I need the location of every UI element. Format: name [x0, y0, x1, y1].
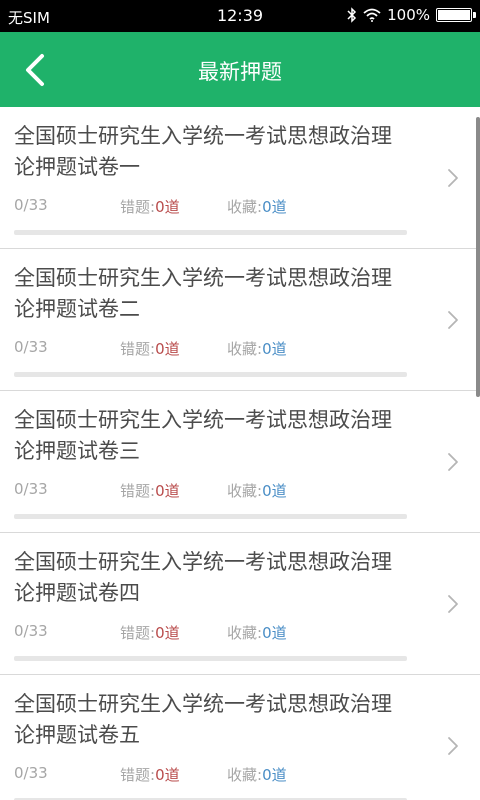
battery-percent: 100% — [387, 6, 430, 24]
paper-title: 全国硕士研究生入学统一考试思想政治理论押题试卷五 — [14, 692, 392, 747]
progress-bar — [14, 656, 407, 661]
paper-meta: 0/33 错题:0道 收藏:0道 — [14, 622, 414, 644]
favorite-label: 收藏: — [227, 766, 263, 784]
wifi-icon — [363, 8, 381, 22]
bluetooth-icon — [347, 7, 357, 23]
favorite-value: 0道 — [262, 766, 287, 784]
favorite-value: 0道 — [262, 340, 287, 358]
status-bar: 无SIM 12:39 100% — [0, 0, 480, 32]
favorite-count: 收藏:0道 — [227, 196, 287, 217]
status-icons: 100% — [347, 6, 476, 24]
wrong-count: 错题:0道 — [120, 480, 180, 501]
favorite-count: 收藏:0道 — [227, 480, 287, 501]
list-item[interactable]: 全国硕士研究生入学统一考试思想政治理论押题试卷一 0/33 错题:0道 收藏:0… — [0, 107, 480, 249]
wrong-value: 0道 — [155, 198, 180, 216]
list-item[interactable]: 全国硕士研究生入学统一考试思想政治理论押题试卷五 0/33 错题:0道 收藏:0… — [0, 675, 480, 800]
favorite-value: 0道 — [262, 482, 287, 500]
battery-icon — [436, 8, 476, 22]
chevron-right-icon — [448, 595, 458, 613]
chevron-right-icon — [448, 311, 458, 329]
progress-bar — [14, 230, 407, 235]
progress-count: 0/33 — [14, 764, 48, 782]
paper-meta: 0/33 错题:0道 收藏:0道 — [14, 480, 414, 502]
paper-list: 全国硕士研究生入学统一考试思想政治理论押题试卷一 0/33 错题:0道 收藏:0… — [0, 107, 480, 800]
favorite-label: 收藏: — [227, 340, 263, 358]
favorite-count: 收藏:0道 — [227, 338, 287, 359]
wrong-count: 错题:0道 — [120, 338, 180, 359]
scrollbar[interactable] — [476, 117, 480, 397]
list-item[interactable]: 全国硕士研究生入学统一考试思想政治理论押题试卷二 0/33 错题:0道 收藏:0… — [0, 249, 480, 391]
progress-bar — [14, 514, 407, 519]
favorite-label: 收藏: — [227, 198, 263, 216]
paper-meta: 0/33 错题:0道 收藏:0道 — [14, 196, 414, 218]
wrong-value: 0道 — [155, 482, 180, 500]
wrong-label: 错题: — [120, 766, 156, 784]
favorite-count: 收藏:0道 — [227, 764, 287, 785]
progress-count: 0/33 — [14, 622, 48, 640]
chevron-right-icon — [448, 453, 458, 471]
paper-title: 全国硕士研究生入学统一考试思想政治理论押题试卷三 — [14, 408, 392, 463]
paper-meta: 0/33 错题:0道 收藏:0道 — [14, 764, 414, 786]
wrong-label: 错题: — [120, 198, 156, 216]
progress-count: 0/33 — [14, 338, 48, 356]
nav-bar: 最新押题 — [0, 32, 480, 107]
wrong-label: 错题: — [120, 340, 156, 358]
progress-count: 0/33 — [14, 196, 48, 214]
wrong-label: 错题: — [120, 482, 156, 500]
chevron-right-icon — [448, 737, 458, 755]
wrong-value: 0道 — [155, 340, 180, 358]
paper-title: 全国硕士研究生入学统一考试思想政治理论押题试卷一 — [14, 124, 392, 179]
paper-title: 全国硕士研究生入学统一考试思想政治理论押题试卷二 — [14, 266, 392, 321]
page-title: 最新押题 — [198, 60, 282, 84]
wrong-value: 0道 — [155, 766, 180, 784]
favorite-count: 收藏:0道 — [227, 622, 287, 643]
list-item[interactable]: 全国硕士研究生入学统一考试思想政治理论押题试卷三 0/33 错题:0道 收藏:0… — [0, 391, 480, 533]
wrong-label: 错题: — [120, 624, 156, 642]
paper-meta: 0/33 错题:0道 收藏:0道 — [14, 338, 414, 360]
wrong-count: 错题:0道 — [120, 196, 180, 217]
favorite-label: 收藏: — [227, 624, 263, 642]
favorite-value: 0道 — [262, 198, 287, 216]
wrong-count: 错题:0道 — [120, 764, 180, 785]
wrong-count: 错题:0道 — [120, 622, 180, 643]
paper-title: 全国硕士研究生入学统一考试思想政治理论押题试卷四 — [14, 550, 392, 605]
progress-bar — [14, 372, 407, 377]
progress-count: 0/33 — [14, 480, 48, 498]
list-item[interactable]: 全国硕士研究生入学统一考试思想政治理论押题试卷四 0/33 错题:0道 收藏:0… — [0, 533, 480, 675]
chevron-right-icon — [448, 169, 458, 187]
favorite-value: 0道 — [262, 624, 287, 642]
wrong-value: 0道 — [155, 624, 180, 642]
favorite-label: 收藏: — [227, 482, 263, 500]
